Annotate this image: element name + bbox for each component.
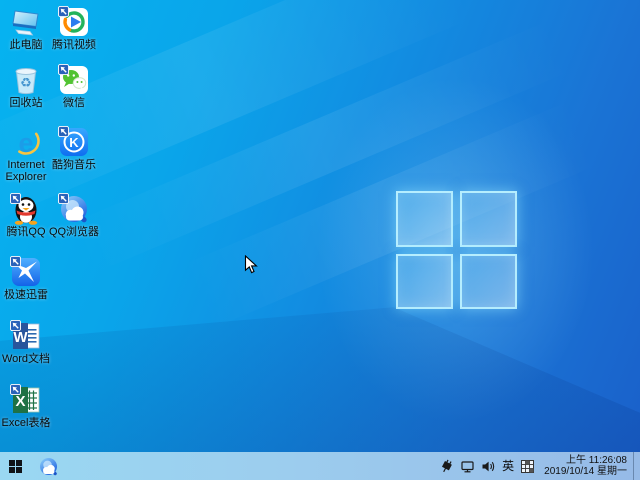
windows-logo-pane bbox=[396, 191, 453, 247]
show-desktop-button[interactable] bbox=[633, 452, 638, 480]
shortcut-arrow-badge bbox=[10, 193, 21, 204]
icon-label: 回收站 bbox=[0, 97, 52, 109]
desktop-icon-this-pc[interactable]: 此电脑 bbox=[0, 4, 52, 51]
windows-logo-pane bbox=[396, 254, 453, 310]
icon-label: Internet Explorer bbox=[0, 159, 52, 183]
icon-label: 此电脑 bbox=[0, 39, 52, 51]
desktop-icon-word-document[interactable]: W Word文档 bbox=[0, 318, 52, 365]
system-tray: 英 上午 11:26:08 2019/10/14 星期一 bbox=[439, 452, 638, 480]
qq-browser-icon bbox=[38, 456, 59, 477]
mouse-cursor bbox=[244, 255, 258, 275]
icon-label: QQ浏览器 bbox=[48, 226, 100, 238]
clock-time: 上午 11:26:08 bbox=[544, 455, 627, 466]
shortcut-arrow-badge bbox=[10, 256, 21, 267]
taskbar-clock[interactable]: 上午 11:26:08 2019/10/14 星期一 bbox=[541, 455, 627, 477]
clock-date: 2019/10/14 星期一 bbox=[544, 466, 627, 477]
desktop-wallpaper: 此电脑 腾讯视频 ♻ 回收站 bbox=[0, 0, 640, 480]
shortcut-arrow-badge bbox=[10, 384, 21, 395]
icon-label: 腾讯QQ bbox=[0, 226, 52, 238]
kugou-letter: K bbox=[69, 135, 79, 150]
shortcut-arrow-badge bbox=[10, 320, 21, 331]
internet-explorer-icon: e bbox=[10, 126, 42, 158]
desktop-icon-wechat[interactable]: 微信 bbox=[48, 62, 100, 109]
windows-logo-wallpaper bbox=[396, 191, 517, 309]
network-icon[interactable] bbox=[460, 459, 475, 474]
this-pc-icon bbox=[10, 6, 42, 38]
icon-label: 酷狗音乐 bbox=[48, 159, 100, 171]
icon-label: 微信 bbox=[48, 97, 100, 109]
taskbar: 英 上午 11:26:08 2019/10/14 星期一 bbox=[0, 452, 640, 480]
windows-start-icon bbox=[9, 460, 22, 473]
windows-logo-pane bbox=[460, 191, 517, 247]
windows-logo-pane bbox=[460, 254, 517, 310]
desktop-icon-kugou-music[interactable]: K 酷狗音乐 bbox=[48, 124, 100, 171]
excel-letter: X bbox=[15, 393, 25, 410]
taskbar-pinned-qq-browser[interactable] bbox=[31, 452, 65, 480]
icon-label: Excel表格 bbox=[0, 417, 52, 429]
desktop-icon-recycle-bin[interactable]: ♻ 回收站 bbox=[0, 62, 52, 109]
word-letter: W bbox=[13, 329, 28, 346]
desktop-icon-internet-explorer[interactable]: e Internet Explorer bbox=[0, 124, 52, 183]
icon-label: 极速迅雷 bbox=[0, 289, 52, 301]
shortcut-arrow-badge bbox=[58, 193, 69, 204]
start-button[interactable] bbox=[0, 452, 31, 480]
desktop-icon-excel-sheet[interactable]: X Excel表格 bbox=[0, 382, 52, 429]
desktop-icon-qq-browser[interactable]: QQ浏览器 bbox=[48, 191, 100, 238]
shortcut-arrow-badge bbox=[58, 126, 69, 137]
icon-label: Word文档 bbox=[0, 353, 52, 365]
shortcut-arrow-badge bbox=[58, 64, 69, 75]
usb-device-icon[interactable] bbox=[439, 459, 454, 474]
ime-language-indicator[interactable]: 英 bbox=[502, 459, 514, 474]
icon-label: 腾讯视频 bbox=[48, 39, 100, 51]
shortcut-arrow-badge bbox=[58, 6, 69, 17]
desktop-icon-thunder[interactable]: 极速迅雷 bbox=[0, 254, 52, 301]
recycle-bin-icon: ♻ bbox=[10, 64, 42, 96]
desktop-icon-tencent-qq[interactable]: 腾讯QQ bbox=[0, 191, 52, 238]
desktop-icon-tencent-video[interactable]: 腾讯视频 bbox=[48, 4, 100, 51]
volume-icon[interactable] bbox=[481, 459, 496, 474]
ime-grid-icon[interactable] bbox=[520, 459, 535, 474]
recycle-symbol: ♻ bbox=[20, 75, 32, 90]
